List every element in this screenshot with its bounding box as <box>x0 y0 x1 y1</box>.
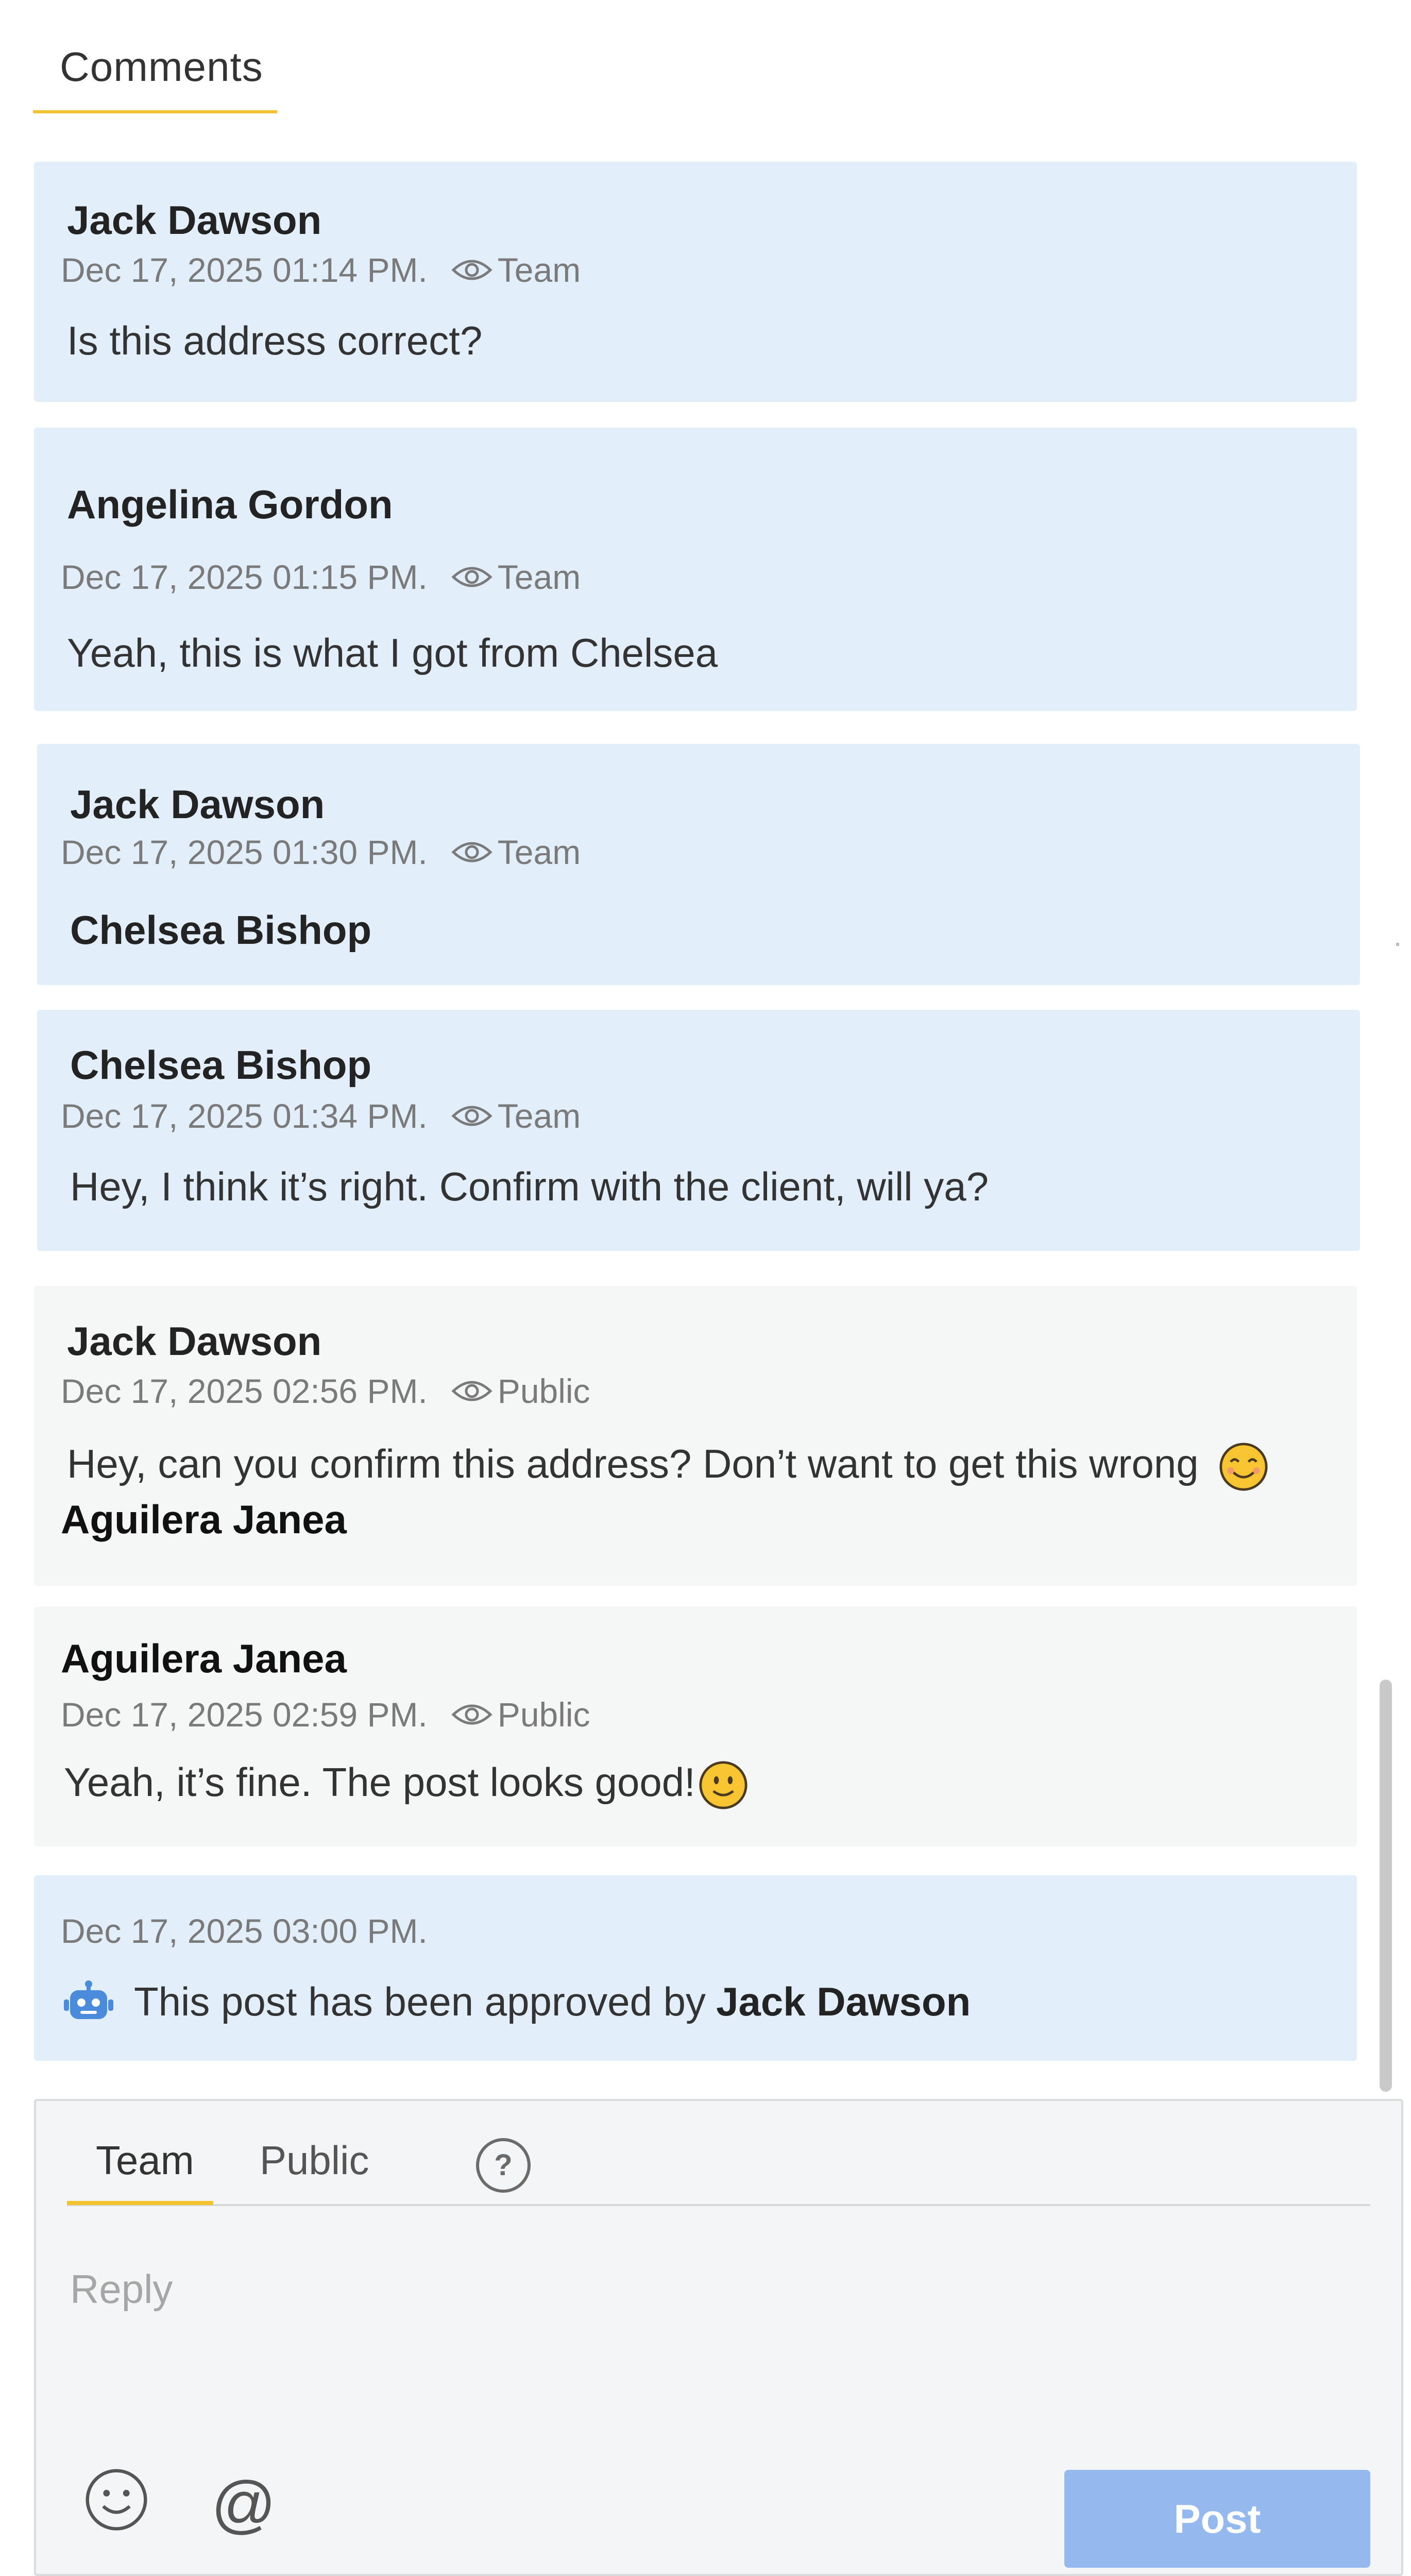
comment-timestamp: Dec 17, 2025 01:15 PM. <box>61 558 428 596</box>
comment-author: Aguilera Janea <box>61 1636 347 1681</box>
visibility-label: Public <box>497 1372 590 1410</box>
system-message-row: This post has been approved by Jack Daws… <box>63 1978 971 2025</box>
comment-timestamp: Dec 17, 2025 02:59 PM. <box>61 1696 428 1734</box>
comment-text-row: Hey, can you confirm this address? Don’t… <box>67 1440 1268 1492</box>
comment-meta: Dec 17, 2025 01:15 PM. Team <box>61 557 581 597</box>
svg-text:?: ? <box>494 2148 512 2182</box>
visibility-indicator: Team <box>451 557 581 597</box>
active-tab-indicator <box>67 2201 213 2205</box>
eye-icon <box>451 1704 492 1725</box>
comment-timestamp: Dec 17, 2025 01:14 PM. <box>61 251 428 289</box>
comment-author: Jack Dawson <box>67 1318 322 1364</box>
mention-tag[interactable]: Chelsea Bishop <box>70 907 371 954</box>
eye-icon <box>451 567 492 587</box>
comment-author: Jack Dawson <box>70 782 325 827</box>
scrollbar-thumb[interactable] <box>1380 1680 1392 2092</box>
comment-text: Hey, I think it’s right. Confirm with th… <box>70 1164 989 1209</box>
visibility-label: Team <box>497 251 581 289</box>
comment-author: Chelsea Bishop <box>70 1042 372 1088</box>
visibility-indicator: Team <box>451 833 581 872</box>
eye-icon <box>451 260 492 280</box>
comment-meta: Dec 17, 2025 01:34 PM. Team <box>61 1096 581 1136</box>
system-message-text: This post has been approved by <box>134 1979 706 2024</box>
help-icon[interactable]: ? <box>475 2137 532 2196</box>
reply-tab-public[interactable]: Public <box>260 2137 369 2184</box>
comment-meta: Dec 17, 2025 02:59 PM. Public <box>61 1695 590 1734</box>
comment-text: Yeah, it’s fine. The post looks good! <box>64 1759 695 1805</box>
divider-dot <box>1396 943 1399 946</box>
system-timestamp: Dec 17, 2025 03:00 PM. <box>61 1912 428 1950</box>
post-button[interactable]: Post <box>1064 2470 1370 2568</box>
mention-icon[interactable]: @ <box>211 2468 276 2541</box>
comment-card: Angelina Gordon Dec 17, 2025 01:15 PM. T… <box>34 428 1357 711</box>
emoji-picker-icon[interactable] <box>83 2467 149 2535</box>
comment-card: Jack Dawson Dec 17, 2025 02:56 PM. Publi… <box>34 1286 1357 1586</box>
comment-card: Jack Dawson Dec 17, 2025 01:14 PM. Team … <box>34 162 1357 402</box>
comment-author: Jack Dawson <box>67 197 322 243</box>
comment-text: Yeah, this is what I got from Chelsea <box>67 630 718 675</box>
tab-comments-label: Comments <box>60 44 263 90</box>
eye-icon <box>451 1106 492 1126</box>
comment-card: Aguilera Janea Dec 17, 2025 02:59 PM. Pu… <box>34 1606 1357 1846</box>
eye-icon <box>451 1381 492 1401</box>
visibility-label: Public <box>497 1696 590 1734</box>
comment-author: Angelina Gordon <box>67 482 393 527</box>
visibility-indicator: Public <box>451 1371 590 1411</box>
comment-timestamp: Dec 17, 2025 01:34 PM. <box>61 1097 428 1135</box>
comment-meta: Dec 17, 2025 02:56 PM. Public <box>61 1371 590 1411</box>
slightly-smiling-face-icon <box>699 1761 747 1809</box>
tab-comments[interactable]: Comments <box>33 31 277 113</box>
visibility-indicator: Team <box>451 1096 581 1136</box>
reply-input[interactable]: Reply <box>70 2266 173 2313</box>
comment-card: Chelsea Bishop Dec 17, 2025 01:34 PM. Te… <box>37 1010 1360 1251</box>
comment-meta: Dec 17, 2025 01:14 PM. Team <box>61 250 581 290</box>
system-message-actor: Jack Dawson <box>716 1979 971 2024</box>
reply-tab-team[interactable]: Team <box>96 2137 194 2184</box>
comment-timestamp: Dec 17, 2025 02:56 PM. <box>61 1372 428 1410</box>
system-message-card: Dec 17, 2025 03:00 PM. This post has bee… <box>34 1875 1357 2061</box>
comment-text: Is this address correct? <box>67 318 483 363</box>
robot-icon <box>64 1980 113 2019</box>
tab-divider <box>67 2204 1370 2206</box>
visibility-label: Team <box>497 1097 581 1135</box>
comment-timestamp: Dec 17, 2025 01:30 PM. <box>61 833 428 871</box>
visibility-indicator: Team <box>451 250 581 290</box>
mention-tag[interactable]: Aguilera Janea <box>61 1496 347 1543</box>
comment-card: Jack Dawson Dec 17, 2025 01:30 PM. Team … <box>37 744 1360 985</box>
smiling-face-icon <box>1219 1443 1268 1491</box>
comment-text: Hey, can you confirm this address? Don’t… <box>67 1441 1199 1486</box>
visibility-label: Team <box>497 558 581 596</box>
comment-text-row: Yeah, it’s fine. The post looks good! <box>64 1759 748 1810</box>
eye-icon <box>451 842 492 862</box>
reply-panel: Team Public ? Reply @ Post <box>34 2099 1403 2576</box>
comment-meta: Dec 17, 2025 01:30 PM. Team <box>61 833 581 872</box>
visibility-label: Team <box>497 833 581 871</box>
visibility-indicator: Public <box>451 1695 590 1734</box>
